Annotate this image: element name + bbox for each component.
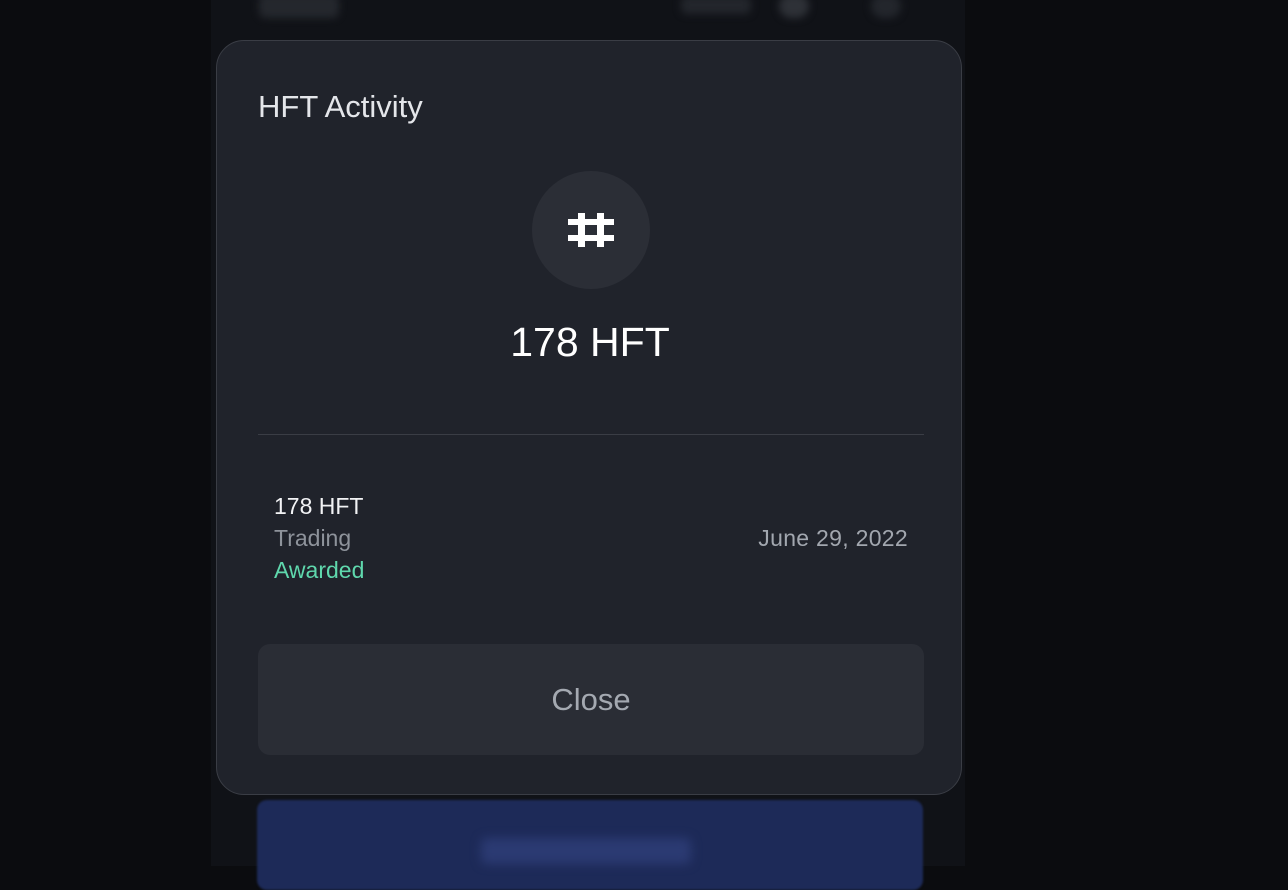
hashflow-icon xyxy=(568,213,614,247)
hft-activity-modal: HFT Activity 178 HFT 178 HFT Trading Awa… xyxy=(216,40,962,795)
activity-type: Trading xyxy=(274,525,352,551)
background-primary-button-label xyxy=(481,838,691,864)
close-button[interactable]: Close xyxy=(258,644,924,755)
divider xyxy=(258,434,924,435)
background-header-icon xyxy=(779,0,809,18)
background-header-item xyxy=(681,0,751,14)
token-avatar xyxy=(532,171,650,289)
activity-date: June 29, 2022 xyxy=(758,525,908,551)
amount-heading: 178 HFT xyxy=(510,319,670,365)
background-header-icon xyxy=(871,0,901,18)
activity-status: Awarded xyxy=(274,557,365,583)
activity-row: 178 HFT Trading Awarded June 29, 2022 xyxy=(258,481,924,601)
activity-amount: 178 HFT xyxy=(274,493,364,519)
background-header-title xyxy=(259,0,339,18)
modal-title: HFT Activity xyxy=(258,89,423,124)
